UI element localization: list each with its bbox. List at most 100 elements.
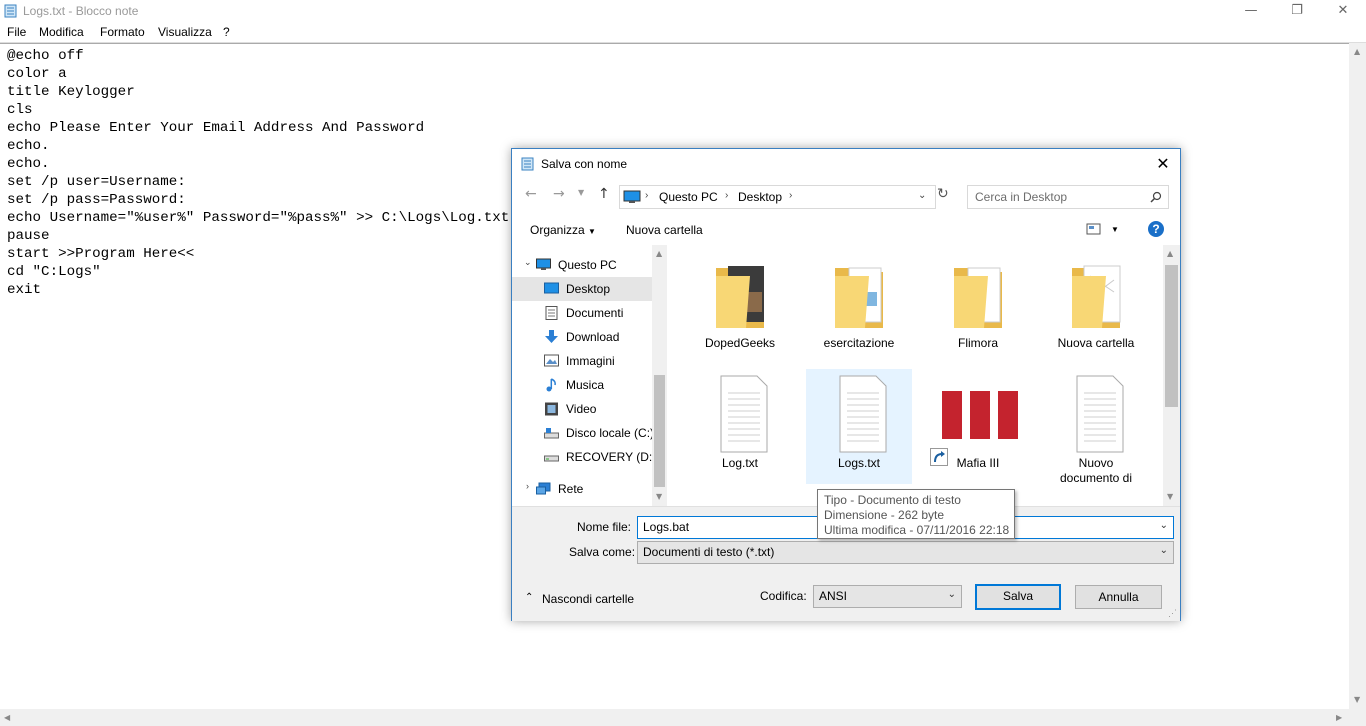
- scroll-up-icon[interactable]: ▲: [1354, 47, 1360, 56]
- breadcrumb-questo-pc[interactable]: Questo PC: [659, 190, 718, 204]
- editor-horizontal-scrollbar[interactable]: ◀ ▶: [0, 709, 1366, 726]
- savetype-select[interactable]: Documenti di testo (*.txt) ⌄: [637, 541, 1174, 564]
- nav-item-documenti[interactable]: Documenti: [544, 301, 652, 325]
- address-bar[interactable]: › Questo PC › Desktop › ⌄: [619, 185, 936, 209]
- breadcrumb-desktop[interactable]: Desktop: [738, 190, 782, 204]
- file-name: Nuova cartella: [1057, 336, 1135, 350]
- filename-label: Nome file:: [577, 520, 632, 534]
- text-file-icon: [839, 375, 887, 453]
- tooltip-size: Dimensione - 262 byte: [824, 508, 945, 522]
- text-file-icon: [720, 375, 768, 453]
- collapse-chevron-icon[interactable]: ⌄: [524, 257, 532, 268]
- hide-folders-button[interactable]: Nascondi cartelle: [542, 592, 634, 606]
- up-arrow-icon[interactable]: ↑: [598, 186, 610, 202]
- file-item-hovered[interactable]: Logs.txt: [806, 369, 912, 484]
- help-icon[interactable]: ?: [1148, 221, 1164, 237]
- menu-visualizza[interactable]: Visualizza: [158, 25, 212, 39]
- save-button[interactable]: Salva: [975, 584, 1061, 610]
- view-options-icon[interactable]: [1086, 223, 1102, 235]
- file-name: Nuovo documento di testo.txt: [1059, 456, 1133, 488]
- video-icon: [545, 402, 558, 416]
- nav-item-rete[interactable]: Rete: [536, 477, 652, 501]
- scroll-up-icon[interactable]: ▲: [1167, 249, 1173, 258]
- documents-icon: [545, 306, 558, 320]
- organize-button[interactable]: Organizza ▼: [530, 223, 596, 237]
- scroll-up-icon[interactable]: ▲: [656, 249, 662, 258]
- nav-item-musica[interactable]: Musica: [544, 373, 652, 397]
- nav-label: Musica: [566, 378, 605, 392]
- folder-icon: [835, 267, 883, 328]
- nav-pane-scrollbar[interactable]: ▲ ▼: [652, 245, 667, 506]
- back-arrow-icon[interactable]: ←: [525, 186, 537, 202]
- nav-item-download[interactable]: Download: [544, 325, 652, 349]
- organize-label: Organizza: [530, 223, 585, 237]
- chevron-down-icon[interactable]: ⌄: [1160, 520, 1168, 531]
- file-name: Logs.txt: [837, 456, 881, 470]
- search-input[interactable]: Cerca in Desktop: [967, 185, 1169, 209]
- file-item[interactable]: Log.txt: [687, 369, 793, 484]
- nav-label: Disco locale (C:): [566, 426, 655, 440]
- nav-item-questo-pc[interactable]: Questo PC: [536, 253, 652, 277]
- minimize-button[interactable]: —: [1228, 0, 1274, 22]
- scroll-down-icon[interactable]: ▼: [1167, 492, 1173, 501]
- scroll-thumb[interactable]: [654, 375, 665, 487]
- dialog-title-bar: Salva con nome ✕: [512, 149, 1180, 179]
- encoding-select[interactable]: ANSI ⌄: [813, 585, 962, 608]
- file-item[interactable]: Nuova cartella: [1043, 249, 1149, 364]
- cancel-button[interactable]: Annulla: [1075, 585, 1162, 609]
- file-name: Log.txt: [721, 456, 759, 470]
- nav-label: Immagini: [566, 354, 615, 368]
- file-item[interactable]: DopedGeeks: [687, 249, 793, 364]
- menu-help[interactable]: ?: [223, 25, 230, 39]
- dialog-toolbar: Organizza ▼ Nuova cartella ▼ ?: [512, 213, 1180, 245]
- file-list: DopedGeeks esercitazione Flimora Nuova c…: [667, 245, 1180, 506]
- close-button[interactable]: ✕: [1320, 0, 1366, 22]
- view-dropdown-icon[interactable]: ▼: [1111, 225, 1119, 234]
- menu-modifica[interactable]: Modifica: [39, 25, 84, 39]
- file-item[interactable]: Mafia III: [925, 369, 1031, 484]
- dialog-title: Salva con nome: [541, 157, 628, 171]
- editor-vertical-scrollbar[interactable]: ▲ ▼: [1349, 43, 1366, 709]
- savetype-value: Documenti di testo (*.txt): [643, 545, 775, 559]
- menu-file[interactable]: File: [7, 25, 26, 39]
- folder-icon: [1072, 265, 1121, 328]
- pictures-icon: [544, 354, 559, 367]
- expand-chevron-icon[interactable]: ›: [526, 481, 529, 491]
- computer-icon: [623, 190, 641, 203]
- maximize-button[interactable]: ❐: [1274, 0, 1320, 22]
- navigation-pane: ⌄ Questo PC Desktop Documenti Download I…: [512, 245, 667, 506]
- nav-item-disco-locale[interactable]: Disco locale (C:): [544, 421, 655, 445]
- forward-arrow-icon[interactable]: →: [553, 186, 565, 202]
- resize-grip-icon[interactable]: ⋰: [1168, 608, 1177, 619]
- search-icon: [1150, 191, 1162, 203]
- new-folder-button[interactable]: Nuova cartella: [626, 223, 703, 237]
- chevron-down-icon: ⌄: [947, 589, 956, 600]
- nav-item-immagini[interactable]: Immagini: [544, 349, 652, 373]
- nav-label: Desktop: [566, 282, 611, 296]
- dialog-close-button[interactable]: ✕: [1152, 153, 1174, 175]
- scroll-thumb[interactable]: [1165, 265, 1178, 407]
- nav-item-recovery[interactable]: RECOVERY (D:): [544, 445, 656, 469]
- scroll-down-icon[interactable]: ▼: [656, 492, 662, 501]
- scroll-left-icon[interactable]: ◀: [4, 713, 10, 722]
- nav-item-desktop[interactable]: Desktop: [512, 277, 652, 301]
- file-item[interactable]: Nuovo documento di testo.txt: [1043, 369, 1149, 488]
- file-item[interactable]: Flimora: [925, 249, 1031, 364]
- tooltip-modified: Ultima modifica - 07/11/2016 22:18: [824, 523, 1010, 537]
- refresh-icon[interactable]: ↻: [937, 186, 949, 202]
- menu-bar: File Modifica Formato Visualizza ?: [0, 22, 1366, 43]
- address-dropdown-icon[interactable]: ⌄: [918, 190, 926, 201]
- menu-formato[interactable]: Formato: [100, 25, 145, 39]
- chevron-up-icon[interactable]: ⌃: [525, 592, 533, 603]
- scroll-right-icon[interactable]: ▶: [1336, 713, 1342, 722]
- save-as-dialog: Salva con nome ✕ ← → ▼ ↑ › Questo PC › D…: [511, 148, 1181, 621]
- text-file-icon: [1076, 375, 1124, 453]
- nav-item-video[interactable]: Video: [544, 397, 652, 421]
- desktop-icon: [544, 282, 559, 294]
- recent-chevron-icon[interactable]: ▼: [578, 188, 584, 197]
- scroll-down-icon[interactable]: ▼: [1354, 695, 1360, 704]
- file-name: Flimora: [957, 336, 998, 350]
- chevron-down-icon: ▼: [588, 227, 596, 236]
- file-item[interactable]: esercitazione: [806, 249, 912, 364]
- file-list-scrollbar[interactable]: ▲ ▼: [1163, 245, 1180, 506]
